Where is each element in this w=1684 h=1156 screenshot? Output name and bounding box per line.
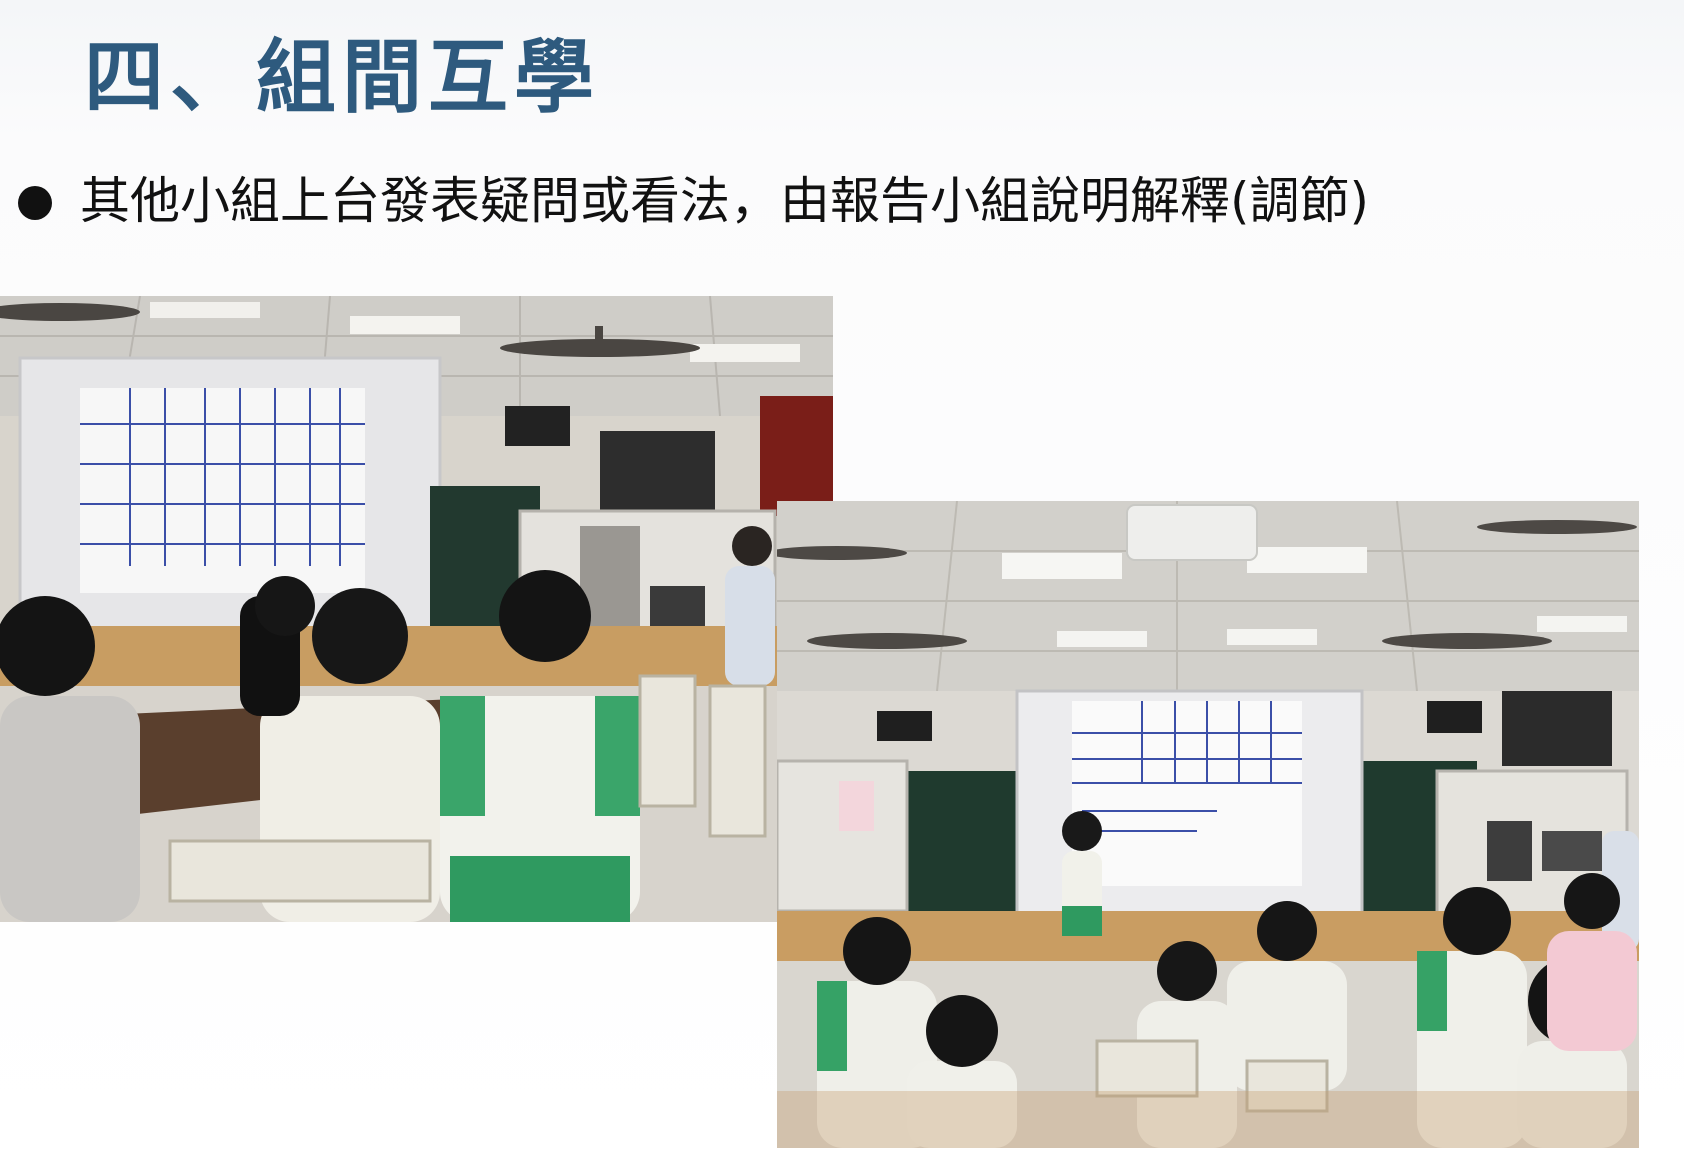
bullet-text: 其他小組上台發表疑問或看法，由報告小組說明解釋(調節)	[80, 172, 1370, 230]
classroom-photo-left-image	[0, 296, 833, 922]
classroom-photo-left	[0, 296, 833, 922]
classroom-photo-right-image	[777, 501, 1639, 1148]
slide-title: 四、組間互學	[84, 31, 600, 124]
presentation-slide: 四、組間互學 其他小組上台發表疑問或看法，由報告小組說明解釋(調節)	[0, 0, 1684, 1156]
bullet-item: 其他小組上台發表疑問或看法，由報告小組說明解釋(調節)	[18, 158, 1658, 242]
classroom-photo-right	[777, 501, 1639, 1148]
bullet-dot-icon	[18, 186, 52, 220]
